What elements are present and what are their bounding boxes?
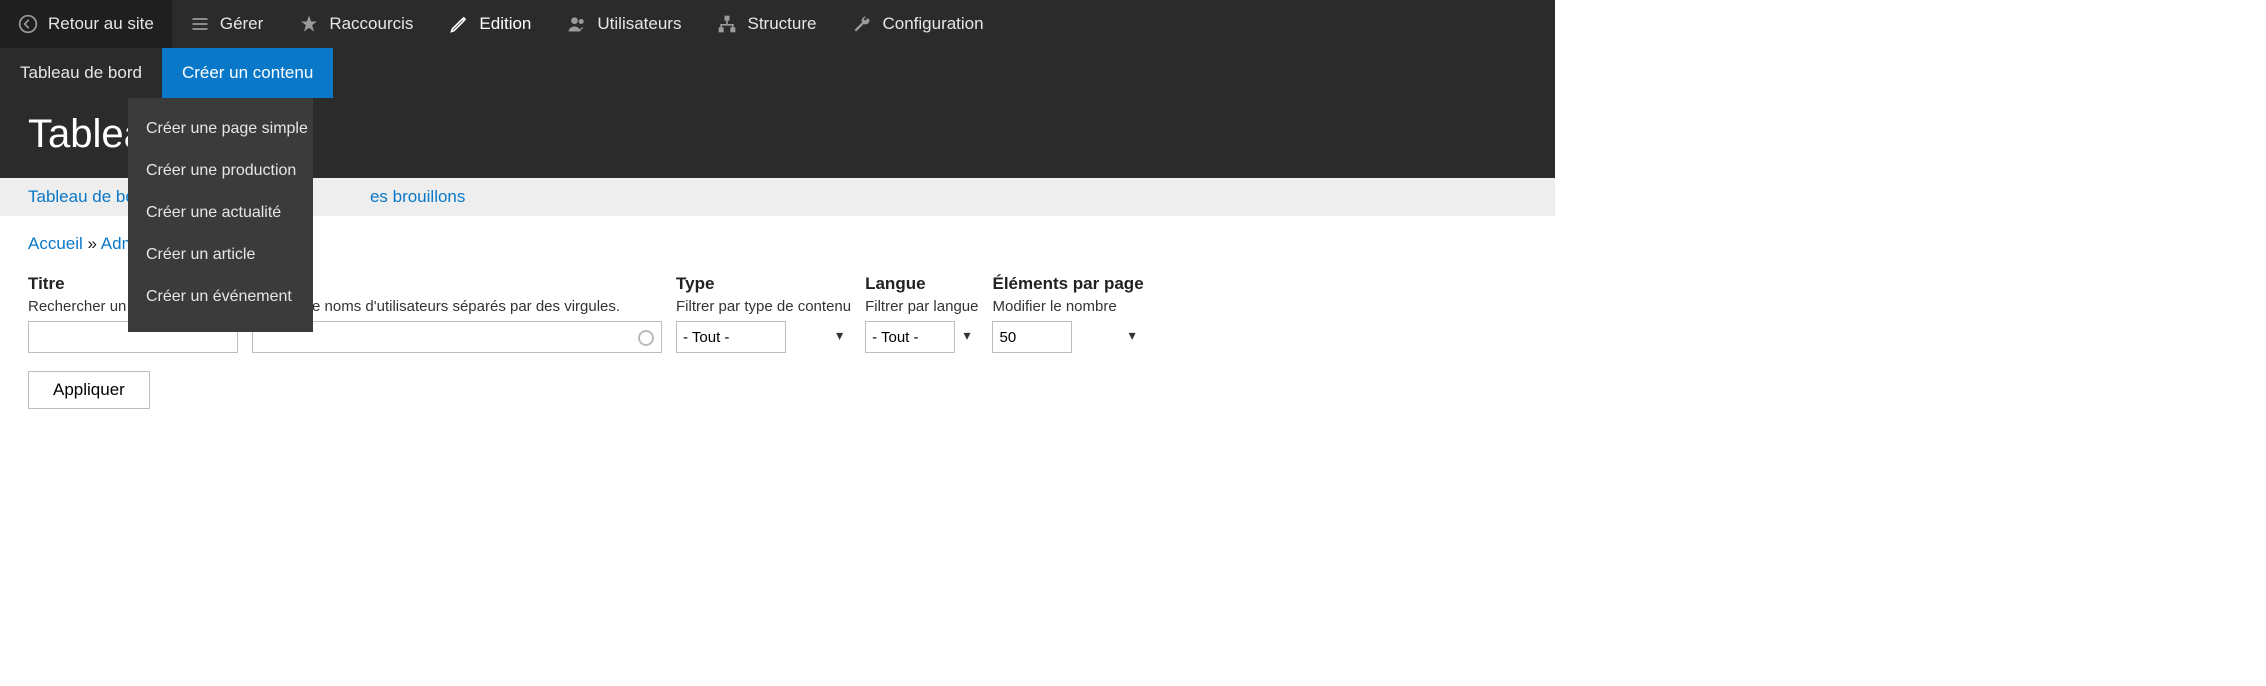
filter-author-desc: ne liste de noms d'utilisateurs séparés … xyxy=(252,298,662,315)
filter-perpage-col: Éléments par page Modifier le nombre 50 xyxy=(992,274,1143,353)
star-icon xyxy=(299,14,319,34)
filter-lang-label: Langue xyxy=(865,274,978,294)
dropdown-item-actualite[interactable]: Créer une actualité xyxy=(128,192,313,234)
breadcrumb-home[interactable]: Accueil xyxy=(28,234,83,253)
filter-author-col: ne liste de noms d'utilisateurs séparés … xyxy=(252,274,662,353)
filter-author-label xyxy=(252,274,662,294)
apply-row: Appliquer xyxy=(0,353,1555,427)
tab-create-content-label: Créer un contenu xyxy=(182,63,313,83)
filter-perpage-select[interactable]: 50 xyxy=(992,321,1072,353)
filter-type-select[interactable]: - Tout - xyxy=(676,321,786,353)
tab-create-content[interactable]: Créer un contenu xyxy=(162,48,333,98)
back-label: Retour au site xyxy=(48,14,154,34)
configuration-button[interactable]: Configuration xyxy=(834,0,1001,48)
local-tabs: Tableau de bord Créer un contenu xyxy=(0,48,1555,98)
pencil-icon xyxy=(449,14,469,34)
apply-button[interactable]: Appliquer xyxy=(28,371,150,409)
filter-perpage-desc: Modifier le nombre xyxy=(992,298,1143,315)
back-to-site-button[interactable]: Retour au site xyxy=(0,0,172,48)
edition-button[interactable]: Edition xyxy=(431,0,549,48)
filter-lang-select[interactable]: - Tout - xyxy=(865,321,955,353)
users-icon xyxy=(567,14,587,34)
dropdown-item-evenement[interactable]: Créer un événement xyxy=(128,276,313,318)
dropdown-item-production[interactable]: Créer une production xyxy=(128,150,313,192)
structure-label: Structure xyxy=(747,14,816,34)
filter-type-col: Type Filtrer par type de contenu - Tout … xyxy=(676,274,851,353)
filter-lang-desc: Filtrer par langue xyxy=(865,298,978,315)
manage-label: Gérer xyxy=(220,14,263,34)
filter-perpage-label: Éléments par page xyxy=(992,274,1143,294)
subtab-drafts[interactable]: es brouillons xyxy=(370,187,465,207)
configuration-label: Configuration xyxy=(882,14,983,34)
tab-dashboard-label: Tableau de bord xyxy=(20,63,142,83)
structure-button[interactable]: Structure xyxy=(699,0,834,48)
shortcuts-label: Raccourcis xyxy=(329,14,413,34)
back-icon xyxy=(18,14,38,34)
manage-button[interactable]: Gérer xyxy=(172,0,281,48)
structure-icon xyxy=(717,14,737,34)
wrench-icon xyxy=(852,14,872,34)
filter-type-label: Type xyxy=(676,274,851,294)
header-area: Tableau de bord Créer un contenu Tableau… xyxy=(0,48,1555,178)
users-label: Utilisateurs xyxy=(597,14,681,34)
filter-lang-col: Langue Filtrer par langue - Tout - xyxy=(865,274,978,353)
admin-toolbar: Retour au site Gérer Raccourcis Edition … xyxy=(0,0,1555,48)
dropdown-item-article[interactable]: Créer un article xyxy=(128,234,313,276)
hamburger-icon xyxy=(190,14,210,34)
breadcrumb-sep: » xyxy=(88,234,101,253)
create-content-dropdown: Créer une page simple Créer une producti… xyxy=(128,98,313,332)
filter-author-input[interactable] xyxy=(252,321,662,353)
shortcuts-button[interactable]: Raccourcis xyxy=(281,0,431,48)
edition-label: Edition xyxy=(479,14,531,34)
dropdown-item-page-simple[interactable]: Créer une page simple xyxy=(128,108,313,150)
users-button[interactable]: Utilisateurs xyxy=(549,0,699,48)
tab-dashboard[interactable]: Tableau de bord xyxy=(0,48,162,98)
filter-type-desc: Filtrer par type de contenu xyxy=(676,298,851,315)
